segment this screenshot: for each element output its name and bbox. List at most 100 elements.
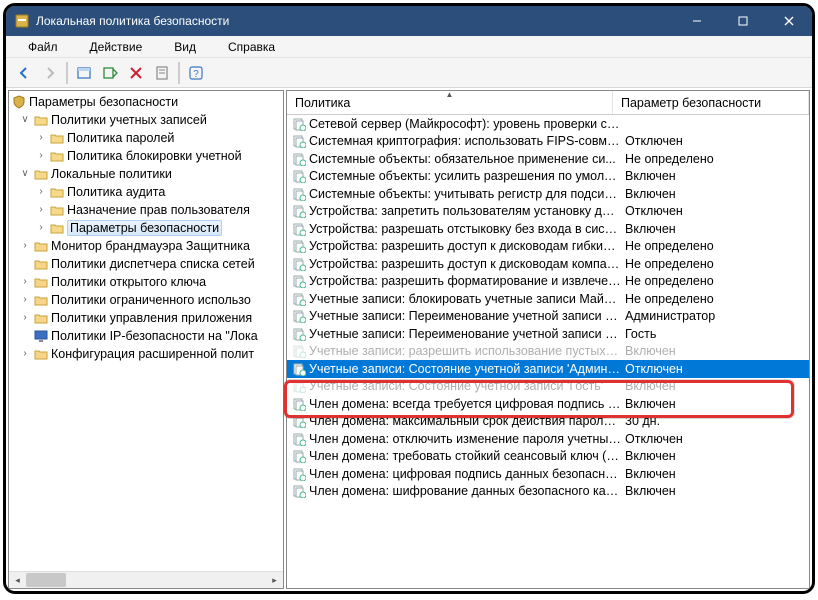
minimize-button[interactable] [674, 6, 720, 36]
column-policy[interactable]: ▲Политика [287, 91, 613, 114]
scroll-right-icon[interactable]: ▸ [266, 572, 283, 589]
list-row[interactable]: Член домена: шифрование данных безопасно… [287, 483, 809, 501]
tree-node-security-options[interactable]: ›Параметры безопасности [9, 219, 283, 237]
expand-icon[interactable]: › [33, 223, 49, 234]
cell-policy: Устройства: разрешить форматирование и и… [309, 274, 621, 288]
list-row[interactable]: Учетные записи: Состояние учетной записи… [287, 378, 809, 396]
cell-policy: Устройства: разрешить доступ к дисковода… [309, 239, 621, 253]
folder-icon [49, 184, 65, 200]
cell-setting: Не определено [621, 274, 714, 288]
folder-icon [33, 292, 49, 308]
cell-setting: Не определено [621, 152, 714, 166]
maximize-button[interactable] [720, 6, 766, 36]
scroll-left-icon[interactable]: ◂ [9, 572, 26, 589]
list-row[interactable]: Устройства: разрешать отстыковку без вхо… [287, 220, 809, 238]
tool-delete-button[interactable] [124, 61, 148, 85]
tree-node-advaudit[interactable]: ›Конфигурация расширенной полит [9, 345, 283, 363]
cell-setting: Включен [621, 222, 676, 236]
cell-policy: Член домена: всегда требуется цифровая п… [309, 397, 621, 411]
tree-label: Монитор брандмауэра Защитника [51, 239, 250, 253]
cell-policy: Учетные записи: Состояние учетной записи… [309, 362, 621, 376]
folder-icon [33, 238, 49, 254]
policy-icon [291, 343, 307, 359]
column-setting[interactable]: Параметр безопасности [613, 91, 809, 114]
list-row[interactable]: Системная криптография: использовать FIP… [287, 133, 809, 151]
collapse-icon[interactable]: ∨ [17, 114, 33, 126]
cell-setting: Включен [621, 169, 676, 183]
window-title: Локальная политика безопасности [36, 14, 229, 28]
tree-node-password-policy[interactable]: ›Политика паролей [9, 129, 283, 147]
cell-setting: Включен [621, 467, 676, 481]
list-row[interactable]: Сетевой сервер (Майкрософт): уровень про… [287, 115, 809, 133]
expand-icon[interactable]: › [17, 277, 33, 288]
list-row[interactable]: Устройства: разрешить доступ к дисковода… [287, 238, 809, 256]
expand-icon[interactable]: › [33, 187, 49, 198]
expand-icon[interactable]: › [17, 313, 33, 324]
scroll-thumb[interactable] [26, 573, 66, 587]
tree-label: Локальные политики [51, 167, 172, 181]
tool-export-button[interactable] [98, 61, 122, 85]
tool-help-button[interactable]: ? [184, 61, 208, 85]
forward-button[interactable] [38, 61, 62, 85]
back-button[interactable] [12, 61, 36, 85]
sort-asc-icon: ▲ [446, 90, 454, 99]
menu-file[interactable]: Файл [12, 40, 74, 54]
tree-node-firewall[interactable]: › Монитор брандмауэра Защитника [9, 237, 283, 255]
policy-icon [291, 186, 307, 202]
tool-properties-button[interactable] [150, 61, 174, 85]
list-row[interactable]: Учетные записи: Переименование учетной з… [287, 308, 809, 326]
tree-node-lockout-policy[interactable]: ›Политика блокировки учетной [9, 147, 283, 165]
expand-icon[interactable]: › [17, 349, 33, 360]
folder-icon [49, 130, 65, 146]
list-row[interactable]: Учетные записи: блокировать учетные запи… [287, 290, 809, 308]
close-button[interactable] [766, 6, 812, 36]
tree-node-softrestrict[interactable]: ›Политики ограниченного использо [9, 291, 283, 309]
cell-setting: Отключен [621, 204, 683, 218]
cell-setting: Отключен [621, 362, 683, 376]
horizontal-scrollbar[interactable]: ◂ ▸ [9, 571, 283, 588]
tree-node-user-rights[interactable]: ›Назначение прав пользователя [9, 201, 283, 219]
list-row[interactable]: Учетные записи: разрешить использование … [287, 343, 809, 361]
cell-policy: Системная криптография: использовать FIP… [309, 134, 621, 148]
expand-icon[interactable]: › [17, 295, 33, 306]
list-row[interactable]: Член домена: отключить изменение пароля … [287, 430, 809, 448]
list-row[interactable]: Системные объекты: учитывать регистр для… [287, 185, 809, 203]
folder-icon [33, 166, 49, 182]
list-row[interactable]: Устройства: разрешить доступ к дисковода… [287, 255, 809, 273]
cell-setting: Не определено [621, 239, 714, 253]
tree-node-pubkey[interactable]: ›Политики открытого ключа [9, 273, 283, 291]
expand-icon[interactable]: › [33, 133, 49, 144]
list-row[interactable]: Учетные записи: Состояние учетной записи… [287, 360, 809, 378]
tree-node-local-policies[interactable]: ∨ Локальные политики [9, 165, 283, 183]
tree-node-audit-policy[interactable]: ›Политика аудита [9, 183, 283, 201]
list-row[interactable]: Член домена: всегда требуется цифровая п… [287, 395, 809, 413]
menu-view[interactable]: Вид [158, 40, 212, 54]
cell-policy: Устройства: разрешать отстыковку без вхо… [309, 222, 621, 236]
list-row[interactable]: Системные объекты: обязательное применен… [287, 150, 809, 168]
tree-node-netlist[interactable]: Политики диспетчера списка сетей [9, 255, 283, 273]
policy-icon [291, 151, 307, 167]
tree-node-ipsec[interactable]: Политики IP-безопасности на "Лока [9, 327, 283, 345]
list-row[interactable]: Устройства: разрешить форматирование и и… [287, 273, 809, 291]
tree-node-account-policies[interactable]: ∨Политики учетных записей [9, 111, 283, 129]
list-row[interactable]: Учетные записи: Переименование учетной з… [287, 325, 809, 343]
expand-icon[interactable]: › [17, 241, 33, 252]
cell-policy: Член домена: максимальный срок действия … [309, 414, 621, 428]
collapse-icon[interactable]: ∨ [17, 168, 33, 180]
cell-policy: Член домена: требовать стойкий сеансовый… [309, 449, 621, 463]
expand-icon[interactable]: › [33, 151, 49, 162]
list-row[interactable]: Устройства: запретить пользователям уста… [287, 203, 809, 221]
menu-action[interactable]: Действие [74, 40, 159, 54]
cell-policy: Член домена: отключить изменение пароля … [309, 432, 621, 446]
folder-icon [33, 346, 49, 362]
menu-help[interactable]: Справка [212, 40, 291, 54]
list-rows: Сетевой сервер (Майкрософт): уровень про… [287, 115, 809, 500]
list-row[interactable]: Член домена: требовать стойкий сеансовый… [287, 448, 809, 466]
tree-root[interactable]: Параметры безопасности [9, 93, 283, 111]
tree-node-appcontrol[interactable]: ›Политики управления приложения [9, 309, 283, 327]
list-row[interactable]: Член домена: максимальный срок действия … [287, 413, 809, 431]
tool-browse-button[interactable] [72, 61, 96, 85]
expand-icon[interactable]: › [33, 205, 49, 216]
list-row[interactable]: Системные объекты: усилить разрешения по… [287, 168, 809, 186]
list-row[interactable]: Член домена: цифровая подпись данных без… [287, 465, 809, 483]
